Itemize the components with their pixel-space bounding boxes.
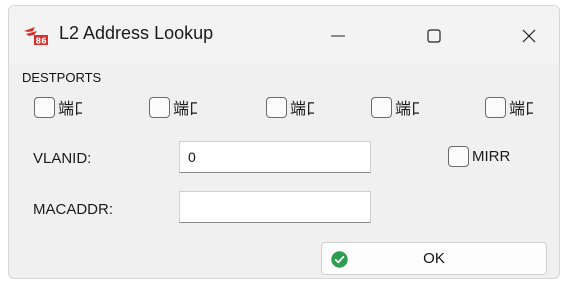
- close-button[interactable]: [506, 16, 552, 56]
- checkbox-box[interactable]: [371, 96, 392, 118]
- checkbox-box[interactable]: [149, 96, 170, 118]
- port-5-checkbox[interactable]: 端口5: [485, 92, 533, 122]
- minimize-button[interactable]: [315, 16, 361, 56]
- port-4-checkbox[interactable]: 端口4: [371, 92, 419, 122]
- port-3-checkbox[interactable]: 端口3: [266, 92, 314, 122]
- checkbox-box[interactable]: [448, 146, 469, 167]
- vlanid-input[interactable]: 0: [179, 141, 371, 173]
- port-4-label: 端口4: [395, 99, 419, 118]
- svg-text:86: 86: [36, 37, 48, 46]
- checkbox-box[interactable]: [485, 96, 506, 118]
- mirr-checkbox[interactable]: MIRR: [448, 146, 510, 167]
- port-1-label: 端口1: [58, 99, 82, 118]
- ok-button-label: OK: [423, 250, 445, 267]
- port-5-label: 端口5: [509, 99, 533, 118]
- checkbox-box[interactable]: [266, 96, 287, 118]
- macaddr-label: MACADDR:: [33, 201, 114, 218]
- checkbox-box[interactable]: [34, 96, 55, 118]
- ok-button[interactable]: OK: [321, 242, 547, 275]
- maximize-icon: [427, 29, 441, 43]
- macaddr-input[interactable]: [179, 191, 371, 223]
- port-2-label: 端口2: [173, 99, 197, 118]
- port-1-checkbox[interactable]: 端口1: [34, 92, 82, 122]
- minimize-icon: [331, 35, 345, 37]
- maximize-button[interactable]: [411, 16, 457, 56]
- title-bar[interactable]: 86 L2 Address Lookup: [9, 6, 559, 64]
- app-logo-icon: 86: [24, 27, 48, 46]
- port-2-checkbox[interactable]: 端口2: [149, 92, 197, 122]
- close-icon: [522, 29, 536, 43]
- mirr-label: MIRR: [472, 148, 511, 165]
- window-title: L2 Address Lookup: [59, 23, 214, 43]
- destports-group-label: DESTPORTS: [22, 70, 102, 85]
- dialog-window: 86 L2 Address Lookup DESTPORTS 端口1 端口2: [8, 5, 560, 279]
- port-3-label: 端口3: [290, 99, 314, 118]
- vlanid-label: VLANID:: [33, 150, 92, 167]
